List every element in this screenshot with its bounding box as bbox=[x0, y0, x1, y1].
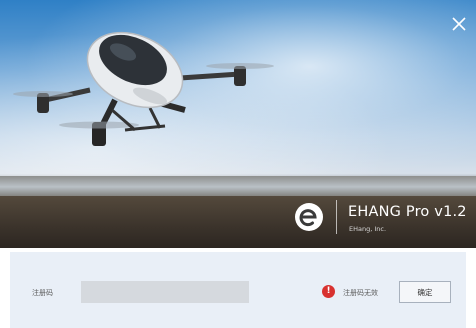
registration-panel: 注册码 ! 注册码无效 确定 bbox=[10, 252, 466, 328]
warning-icon: ! bbox=[322, 285, 335, 298]
drone-illustration bbox=[13, 31, 274, 146]
close-icon[interactable] bbox=[450, 15, 468, 33]
confirm-button[interactable]: 确定 bbox=[399, 281, 451, 303]
invalid-code-message: 注册码无效 bbox=[343, 289, 378, 297]
ehang-logo-icon bbox=[295, 203, 323, 231]
hero-banner: EHANG Pro v1.2 EHang, Inc. bbox=[0, 0, 476, 248]
registration-code-label: 注册码 bbox=[32, 289, 53, 297]
registration-window: EHANG Pro v1.2 EHang, Inc. 注册码 ! 注册码无效 确… bbox=[0, 0, 476, 328]
registration-footer: 注册码 ! 注册码无效 确定 bbox=[0, 248, 476, 328]
product-name: EHANG Pro v1.2 bbox=[348, 204, 467, 220]
registration-code-input[interactable] bbox=[81, 281, 249, 303]
company-name: EHang, Inc. bbox=[349, 225, 387, 233]
brand-divider bbox=[336, 200, 337, 234]
